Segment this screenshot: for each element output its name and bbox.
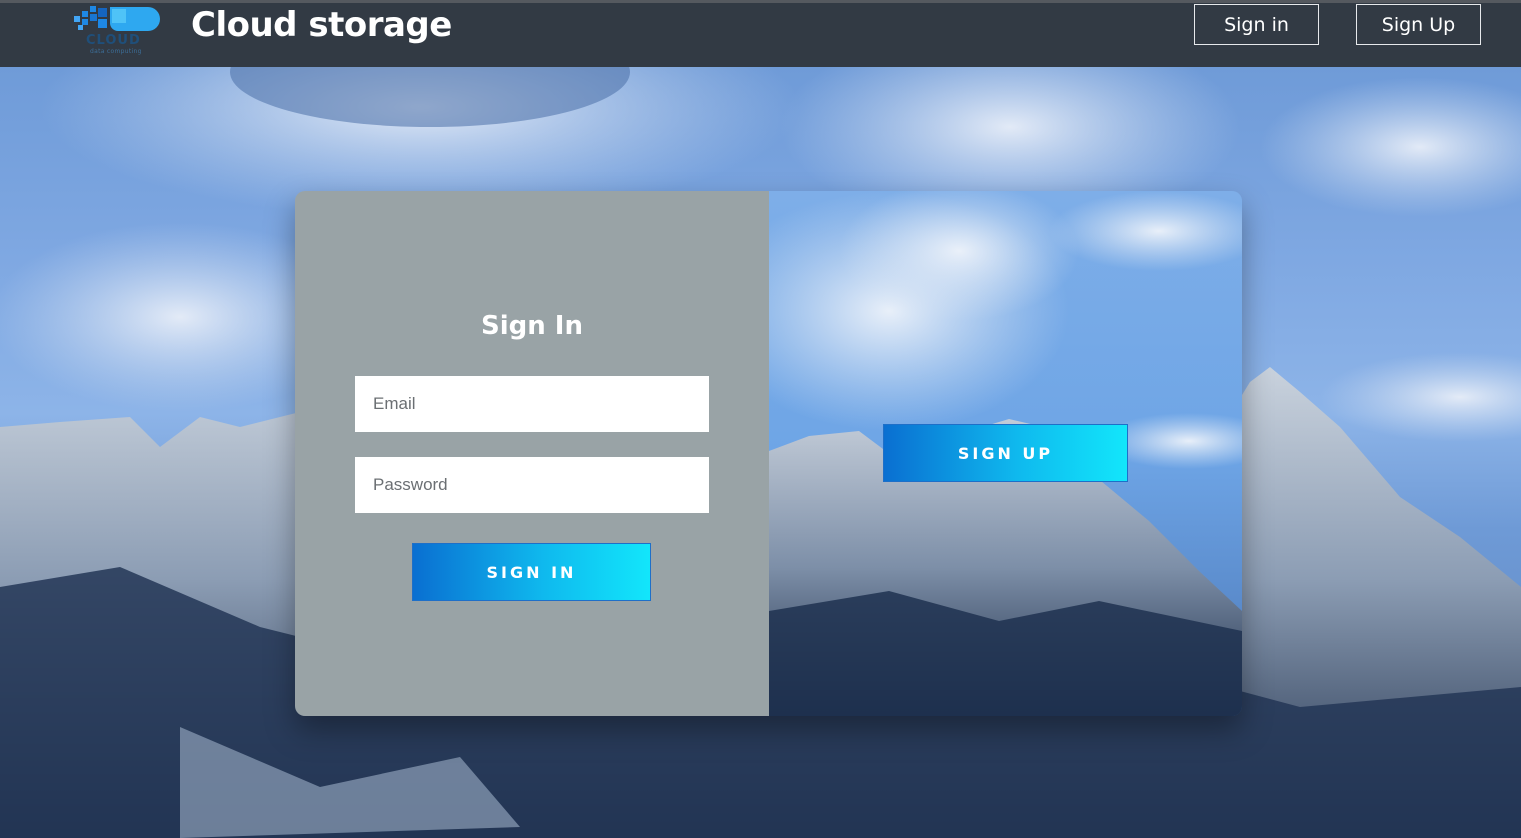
email-field[interactable] [355, 376, 709, 432]
site-title: Cloud storage [191, 5, 452, 45]
nav-signup-button[interactable]: Sign Up [1356, 4, 1481, 45]
signin-panel: Sign In SIGN IN [295, 191, 769, 716]
password-field[interactable] [355, 457, 709, 513]
logo-tagline: data computing [90, 48, 142, 55]
signup-button[interactable]: SIGN UP [883, 424, 1128, 482]
signup-overlay-panel: SIGN UP [769, 191, 1242, 716]
signin-heading: Sign In [481, 311, 583, 341]
top-navbar: CLOUD data computing Cloud storage Sign … [0, 0, 1521, 67]
cloud-logo[interactable]: CLOUD data computing [60, 3, 175, 67]
nav-signin-button[interactable]: Sign in [1194, 4, 1319, 45]
auth-card: Sign In SIGN IN [295, 191, 1242, 716]
logo-wordmark: CLOUD [86, 33, 141, 48]
signin-submit-button[interactable]: SIGN IN [412, 543, 651, 601]
